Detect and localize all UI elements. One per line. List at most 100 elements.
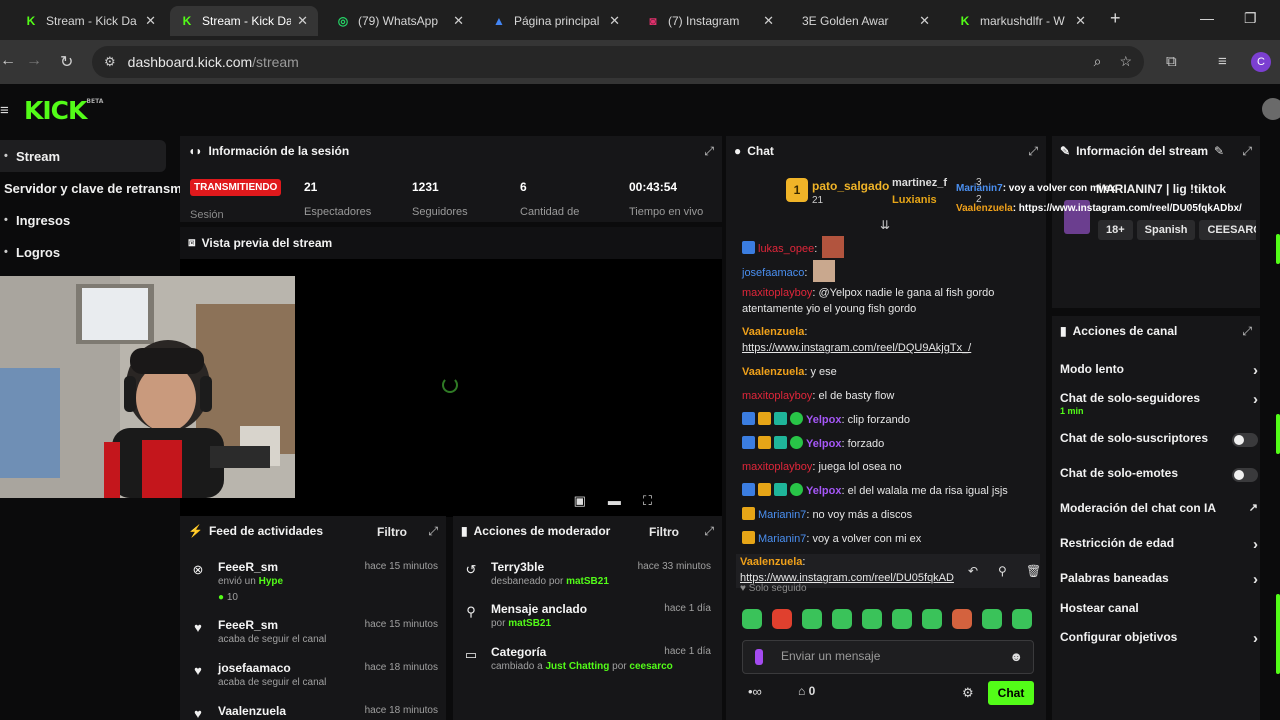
sidebar-item-achievements[interactable]: • Logros xyxy=(0,236,178,268)
sidebar-item-stream[interactable]: • Stream xyxy=(0,140,166,172)
emote-icon[interactable] xyxy=(1012,609,1032,629)
popout-icon[interactable]: ⤢ xyxy=(1242,324,1252,339)
close-icon[interactable]: ✕ xyxy=(1075,13,1086,29)
browser-tab[interactable]: ▲ Página principal ✕ xyxy=(482,6,630,36)
tag-chip[interactable]: 18+ xyxy=(1098,220,1133,240)
emote-icon[interactable] xyxy=(982,609,1002,629)
followers-only-row[interactable]: Chat de solo-seguidores 1 min › xyxy=(1060,391,1258,416)
badge-icon xyxy=(742,412,755,425)
close-icon[interactable]: ✕ xyxy=(297,13,308,29)
settings-gear-icon[interactable]: ⚙ xyxy=(962,685,974,701)
dot-icon: • xyxy=(4,150,8,162)
kick-icon: K xyxy=(182,14,192,28)
expand-leaderboard-icon[interactable]: ⇊ xyxy=(880,218,890,232)
popout-icon[interactable]: ⤢ xyxy=(428,524,438,539)
send-chat-button[interactable]: Chat xyxy=(988,681,1034,705)
close-icon[interactable]: ✕ xyxy=(763,13,774,29)
leaderboard-name[interactable]: martinez_f xyxy=(892,177,947,189)
badge-icon xyxy=(774,483,787,496)
profile-avatar[interactable]: C xyxy=(1251,52,1271,72)
address-bar[interactable]: ⚙ dashboard.kick.com/stream ⌕ ☆ xyxy=(92,46,1144,78)
dot-icon: • xyxy=(4,214,8,226)
emote-icon[interactable] xyxy=(802,609,822,629)
browser-tab[interactable]: ◎ (79) WhatsApp ✕ xyxy=(326,6,474,36)
ai-moderation-row[interactable]: Moderación del chat con IA ↗ xyxy=(1060,501,1258,515)
browser-tab[interactable]: ◙ (7) Instagram ✕ xyxy=(636,6,784,36)
emoji-icon[interactable]: ☻ xyxy=(1009,649,1023,664)
slow-mode-row[interactable]: Modo lento › xyxy=(1060,362,1258,379)
emote-icon[interactable] xyxy=(892,609,912,629)
goals-row[interactable]: Configurar objetivos › xyxy=(1060,630,1258,647)
host-channel-row[interactable]: Hostear canal xyxy=(1060,601,1258,615)
browser-tab[interactable]: 3E Golden Awar ✕ xyxy=(792,6,940,36)
age-restriction-row[interactable]: Restricción de edad › xyxy=(1060,536,1258,553)
kick-logo[interactable]: KICKBETA xyxy=(24,96,103,125)
reload-icon[interactable]: ↻ xyxy=(60,52,73,72)
back-icon[interactable]: ← xyxy=(0,52,16,70)
activity-feed-panel: ⚡ Feed de actividades Filtro ⤢ ⊗ FeeeR_sm… xyxy=(180,516,446,720)
emote-icon[interactable] xyxy=(772,609,792,629)
delete-icon[interactable]: 🗑 xyxy=(1026,563,1041,579)
reply-icon[interactable]: ↶ xyxy=(968,563,978,579)
tag-chip[interactable]: CEESARC xyxy=(1199,220,1256,240)
heart-icon: ♥ xyxy=(740,583,746,594)
popout-icon[interactable]: ⤢ xyxy=(1028,144,1038,159)
popout-icon[interactable]: ⤢ xyxy=(704,144,714,159)
close-icon[interactable]: ✕ xyxy=(609,13,620,29)
tag-chip[interactable]: Spanish xyxy=(1136,220,1196,240)
emote-icon[interactable] xyxy=(742,609,762,629)
filter-button[interactable]: Filtro xyxy=(649,525,679,539)
browser-tab-active[interactable]: K Stream - Kick Da ✕ xyxy=(170,6,318,36)
close-icon[interactable]: ✕ xyxy=(919,13,930,29)
pip-icon[interactable]: ▣ xyxy=(574,493,586,509)
sidebar-item-income[interactable]: • Ingresos xyxy=(0,204,178,236)
browser-tab[interactable]: K markushdlfr - W ✕ xyxy=(948,6,1096,36)
restore-icon[interactable]: ❐ xyxy=(1244,10,1257,27)
close-icon[interactable]: ✕ xyxy=(145,13,156,29)
pin-icon[interactable]: ⚲ xyxy=(998,563,1007,579)
fullscreen-icon[interactable]: ⛶ xyxy=(643,493,652,509)
bookmark-star-icon[interactable]: ☆ xyxy=(1119,53,1132,70)
chat-message: Vaalenzuela: https://www.instagram.com/re… xyxy=(742,326,972,354)
zoom-icon[interactable]: ⌕ xyxy=(1094,53,1102,70)
leaderboard-name[interactable]: Luxianis xyxy=(892,194,937,206)
emote-icon[interactable] xyxy=(952,609,972,629)
popout-icon[interactable]: ⤢ xyxy=(704,524,714,539)
close-icon[interactable]: ✕ xyxy=(453,13,464,29)
category-icon: ▭ xyxy=(464,647,478,662)
sidebar-item-server-key[interactable]: Servidor y clave de retransm xyxy=(0,172,182,204)
drive-icon: ▲ xyxy=(493,14,505,28)
mic-icon[interactable] xyxy=(755,649,763,665)
emote-icon[interactable] xyxy=(862,609,882,629)
chat-message: lukas_opee: xyxy=(742,236,1038,258)
popout-icon[interactable]: ⤢ xyxy=(1242,144,1252,159)
instagram-icon: ◙ xyxy=(649,14,657,28)
new-tab-button[interactable]: + xyxy=(1110,8,1121,29)
extensions-icon[interactable]: ⧉ xyxy=(1166,53,1177,70)
menu-icon[interactable]: ≡ xyxy=(0,102,9,119)
emotes-only-toggle[interactable] xyxy=(1232,468,1258,482)
moderator-actions-panel: ▮ Acciones de moderador Filtro ⤢ ↺ Terry3… xyxy=(453,516,722,720)
heart-icon: ♥ xyxy=(194,706,202,720)
chevron-right-icon: › xyxy=(1253,571,1258,588)
crown-badge-icon xyxy=(758,436,771,449)
banned-words-row[interactable]: Palabras baneadas › xyxy=(1060,571,1258,588)
media-control-icon[interactable]: ≡ xyxy=(1218,53,1227,70)
emote-icon[interactable] xyxy=(832,609,852,629)
browser-tab[interactable]: K Stream - Kick Da ✕ xyxy=(14,6,166,36)
subscribers-only-toggle[interactable] xyxy=(1232,433,1258,447)
theater-icon[interactable]: ▬ xyxy=(608,493,621,509)
minimize-icon[interactable]: — xyxy=(1200,10,1214,26)
forward-icon[interactable]: → xyxy=(26,52,42,70)
stat-count: 6 Cantidad de xyxy=(520,180,580,218)
emote-icon[interactable] xyxy=(922,609,942,629)
site-info-icon[interactable]: ⚙ xyxy=(104,54,116,70)
user-avatar[interactable] xyxy=(1262,98,1280,120)
leaderboard-name[interactable]: pato_salgado xyxy=(812,179,889,193)
chat-message-input[interactable] xyxy=(781,649,1001,663)
chat-message: josefaamaco: xyxy=(742,260,1038,282)
filter-button[interactable]: Filtro xyxy=(377,525,407,539)
infinity-icon[interactable]: •∞ xyxy=(748,684,762,699)
mod-action-item: ↺ Terry3ble desbaneado por matSB21 hace … xyxy=(463,560,711,596)
edit-icon[interactable]: ✎ xyxy=(1214,144,1224,158)
